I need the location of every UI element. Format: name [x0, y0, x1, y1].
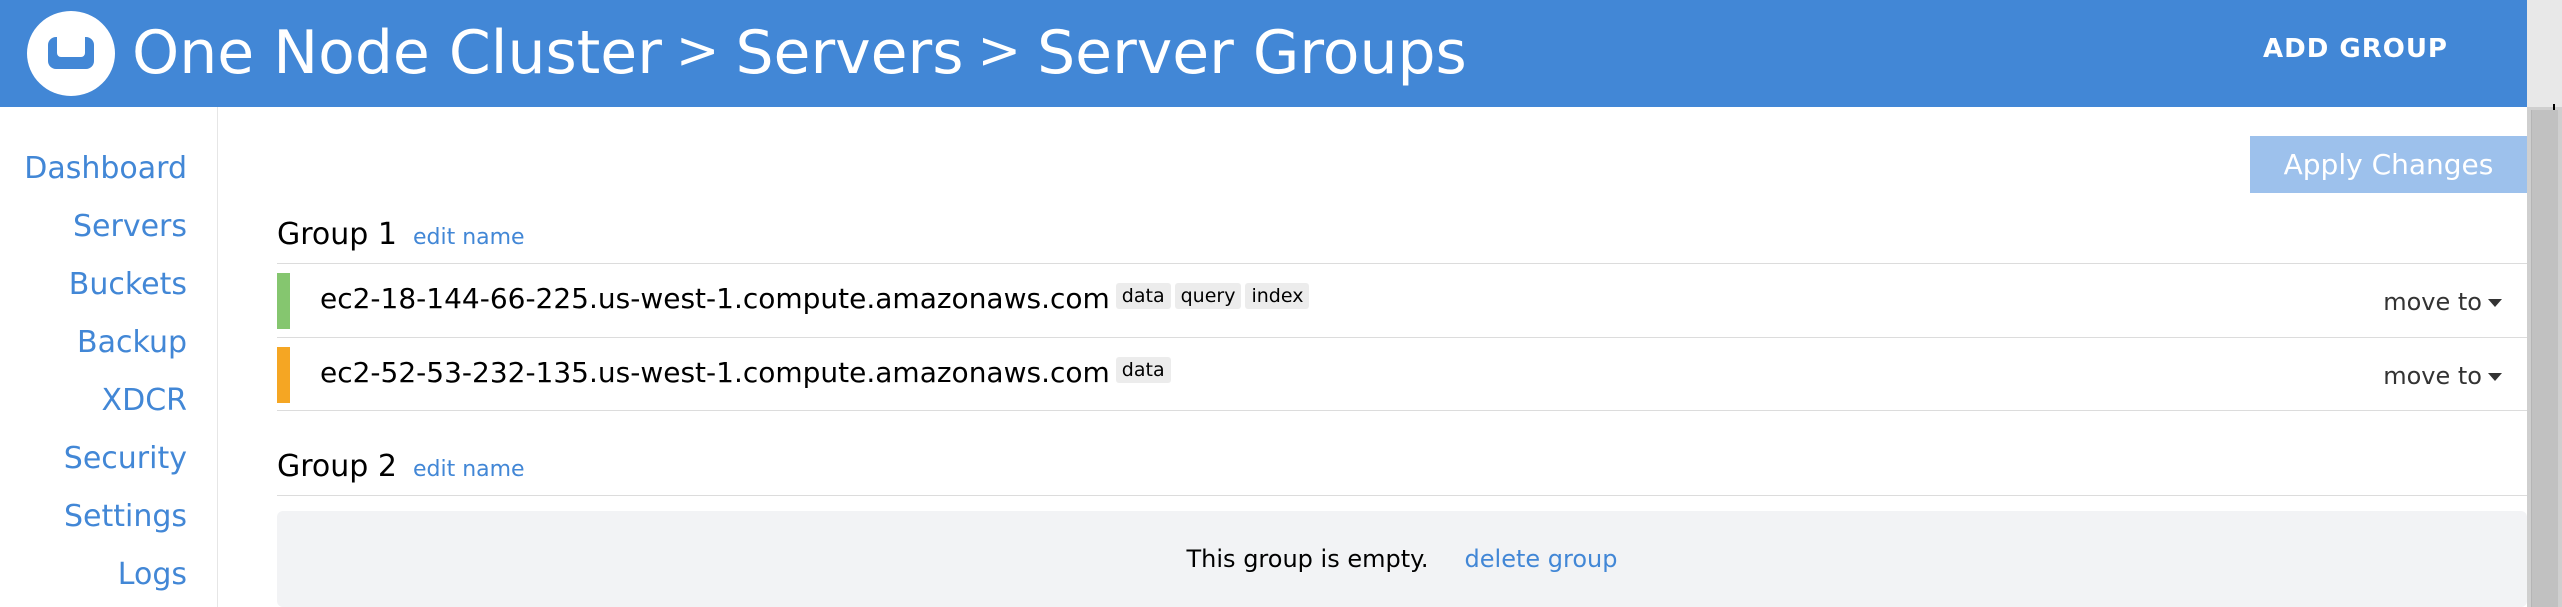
server-status-indicator — [277, 347, 290, 403]
breadcrumb-cluster[interactable]: One Node Cluster — [132, 18, 662, 88]
server-hostname: ec2-18-144-66-225.us-west-1.compute.amaz… — [320, 282, 1110, 315]
service-badge: index — [1245, 282, 1310, 309]
chevron-right-icon: > — [675, 21, 720, 81]
server-row: ec2-52-53-232-135.us-west-1.compute.amaz… — [277, 338, 2527, 410]
delete-group-link[interactable]: delete group — [1465, 545, 1618, 573]
sidebar-item-dashboard[interactable]: Dashboard — [24, 151, 187, 186]
service-badge: data — [1115, 356, 1171, 383]
breadcrumb-servers[interactable]: Servers — [735, 18, 963, 88]
move-to-dropdown[interactable]: move to — [2383, 362, 2502, 390]
server-status-indicator — [277, 273, 290, 329]
sidebar-item-xdcr[interactable]: XDCR — [102, 383, 187, 418]
caret-down-icon — [2488, 299, 2502, 307]
breadcrumb: One Node Cluster > Servers > Server Grou… — [132, 10, 1467, 96]
add-group-button[interactable]: ADD GROUP — [2263, 34, 2448, 64]
caret-down-icon — [2488, 373, 2502, 381]
server-hostname: ec2-52-53-232-135.us-west-1.compute.amaz… — [320, 356, 1110, 389]
divider — [277, 410, 2527, 411]
server-hostname-row: ec2-52-53-232-135.us-west-1.compute.amaz… — [320, 356, 1171, 389]
group-name: Group 2 — [277, 449, 397, 484]
scrollbar-track-top — [2527, 0, 2562, 107]
sidebar-item-servers[interactable]: Servers — [73, 209, 187, 244]
vertical-scrollbar[interactable] — [2527, 0, 2562, 607]
sidebar-item-settings[interactable]: Settings — [64, 499, 187, 534]
sidebar-nav: Dashboard Servers Buckets Backup XDCR Se… — [0, 107, 218, 607]
sidebar-item-security[interactable]: Security — [64, 441, 187, 476]
page-title: Server Groups — [1037, 18, 1467, 88]
chevron-right-icon: > — [977, 21, 1022, 81]
server-hostname-row: ec2-18-144-66-225.us-west-1.compute.amaz… — [320, 282, 1310, 315]
sidebar-item-buckets[interactable]: Buckets — [69, 267, 187, 302]
edit-name-link[interactable]: edit name — [413, 225, 525, 250]
server-row: ec2-18-144-66-225.us-west-1.compute.amaz… — [277, 264, 2527, 336]
empty-group-message: This group is empty. — [1186, 545, 1429, 573]
move-to-dropdown[interactable]: move to — [2383, 288, 2502, 316]
move-to-label: move to — [2383, 288, 2482, 316]
scrollbar-thumb[interactable] — [2531, 110, 2558, 607]
empty-group-panel: This group is empty. delete group — [277, 511, 2527, 607]
move-to-label: move to — [2383, 362, 2482, 390]
service-badge: query — [1174, 282, 1242, 309]
service-badge: data — [1115, 282, 1171, 309]
sidebar-item-logs[interactable]: Logs — [118, 557, 187, 592]
group-header: Group 2 edit name — [277, 449, 525, 484]
edit-name-link[interactable]: edit name — [413, 457, 525, 482]
top-header: One Node Cluster > Servers > Server Grou… — [0, 0, 2527, 107]
divider — [277, 495, 2527, 496]
group-name: Group 1 — [277, 217, 397, 252]
group-header: Group 1 edit name — [277, 217, 525, 252]
couchbase-logo-icon[interactable] — [27, 11, 115, 96]
sidebar-item-backup[interactable]: Backup — [77, 325, 187, 360]
apply-changes-button[interactable]: Apply Changes — [2250, 136, 2527, 193]
